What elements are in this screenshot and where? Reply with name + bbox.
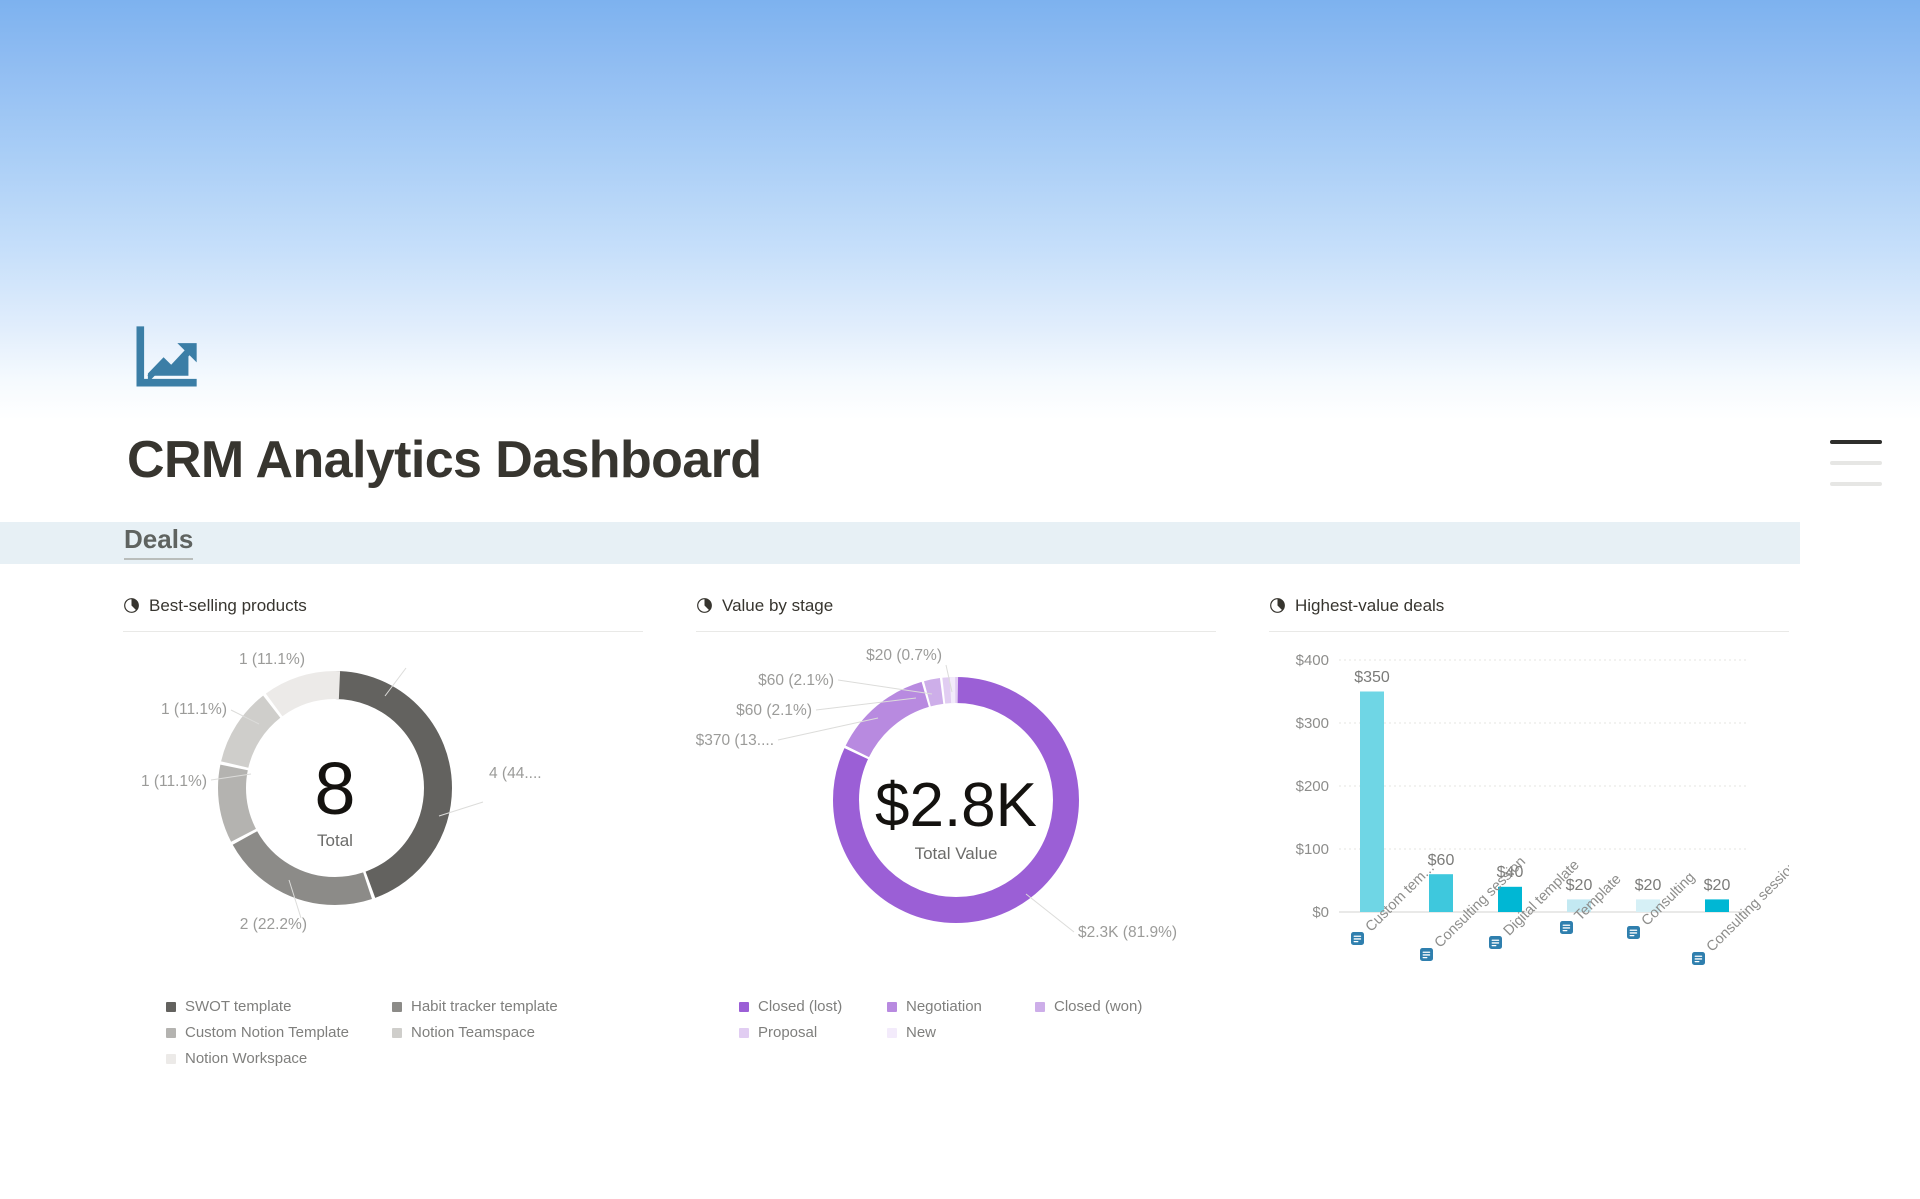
section-title: Deals xyxy=(124,524,194,560)
card-best-selling-products: Best-selling products 8 Total 1 (11.1%) … xyxy=(123,592,643,1067)
legend-label: Proposal xyxy=(758,1024,818,1041)
legend-swatch xyxy=(392,1027,402,1038)
donut-slice-label: 1 (11.1%) xyxy=(141,773,207,790)
toc-item-deals[interactable] xyxy=(1830,440,1882,444)
bar-chart-highest-value-deals[interactable]: $400 $300 $200 $100 $0 $350 $60 $40 $20 … xyxy=(1269,632,1801,1004)
donut-center-label: Total xyxy=(317,831,353,850)
card-header: Value by stage xyxy=(696,592,1216,632)
legend-label: Notion Teamspace xyxy=(411,1024,535,1041)
pie-chart-icon xyxy=(124,598,139,613)
donut-slice-label: 4 (44.... xyxy=(489,765,542,782)
donut-chart-value-by-stage[interactable]: $2.8K Total Value $20 (0.7%) $60 (2.1%) … xyxy=(696,632,1216,1004)
toc-item-3[interactable] xyxy=(1830,482,1882,486)
card-header: Highest-value deals xyxy=(1269,592,1789,632)
card-body: $2.8K Total Value $20 (0.7%) $60 (2.1%) … xyxy=(696,632,1216,1004)
bar[interactable] xyxy=(1360,691,1384,913)
legend-label: Custom Notion Template xyxy=(185,1024,349,1041)
legend-item[interactable]: Notion Teamspace xyxy=(392,1024,618,1041)
bar-value-label: $350 xyxy=(1354,669,1390,686)
card-value-by-stage: Value by stage $2.8K Total Value $20 (0.… xyxy=(696,592,1216,1067)
donut-slice-label: 1 (11.1%) xyxy=(161,701,227,718)
card-highest-value-deals: Highest-value deals $400 $300 $200 $100 … xyxy=(1269,592,1801,1067)
donut-slice-label: $370 (13.... xyxy=(696,732,774,749)
donut-center-value: $2.8K xyxy=(875,771,1037,840)
card-title: Value by stage xyxy=(722,595,834,615)
y-tick-label: $200 xyxy=(1296,778,1329,795)
y-tick-label: $300 xyxy=(1296,715,1329,732)
card-body: 8 Total 1 (11.1%) 1 (11.1%) 1 (11.1%) 2 … xyxy=(123,632,643,1004)
donut-slice-label: $60 (2.1%) xyxy=(736,702,812,719)
legend-item[interactable]: Proposal xyxy=(739,1024,887,1041)
donut-center-value: 8 xyxy=(314,747,355,830)
donut-slice-label: 1 (11.1%) xyxy=(239,651,305,668)
donut-center-label: Total Value xyxy=(915,844,998,863)
table-of-contents[interactable] xyxy=(1830,440,1882,486)
legend-item[interactable]: Custom Notion Template xyxy=(166,1024,392,1041)
donut-slice-label: $60 (2.1%) xyxy=(758,672,834,689)
donut-chart-products[interactable]: 8 Total 1 (11.1%) 1 (11.1%) 1 (11.1%) 2 … xyxy=(123,632,643,1004)
y-tick-label: $0 xyxy=(1312,904,1329,921)
y-tick-label: $100 xyxy=(1296,841,1329,858)
chart-increasing-icon xyxy=(136,326,197,387)
page-title: CRM Analytics Dashboard xyxy=(127,431,762,489)
legend-item[interactable]: New xyxy=(887,1024,1035,1041)
section-band xyxy=(0,522,1800,564)
dashboard-page: CRM Analytics Dashboard Deals Best-selli… xyxy=(0,0,1920,1199)
pie-chart-icon xyxy=(1270,598,1285,613)
card-title: Highest-value deals xyxy=(1295,595,1445,615)
legend-swatch xyxy=(887,1027,897,1038)
donut-slice-label: $2.3K (81.9%) xyxy=(1078,924,1177,941)
legend-value-by-stage: Closed (lost) Negotiation Closed (won) P… xyxy=(696,998,1216,1041)
legend-swatch xyxy=(166,1027,176,1038)
donut-slice-label: 2 (22.2%) xyxy=(240,916,307,933)
legend-item[interactable]: Notion Workspace xyxy=(166,1050,392,1067)
leader-line xyxy=(1025,893,1075,933)
bar[interactable] xyxy=(1429,874,1453,912)
card-body: $400 $300 $200 $100 $0 $350 $60 $40 $20 … xyxy=(1269,632,1801,1004)
legend-swatch xyxy=(739,1027,749,1038)
legend-products: SWOT template Habit tracker template Cus… xyxy=(123,998,643,1067)
bar-value-label: $20 xyxy=(1635,877,1662,894)
card-title: Best-selling products xyxy=(149,595,307,615)
donut-slice-label: $20 (0.7%) xyxy=(866,647,942,664)
pie-chart-icon xyxy=(697,598,712,613)
bar[interactable] xyxy=(1705,899,1729,912)
charts-row: Best-selling products 8 Total 1 (11.1%) … xyxy=(123,592,1803,1067)
legend-label: New xyxy=(906,1024,937,1041)
card-header: Best-selling products xyxy=(123,592,643,632)
legend-swatch xyxy=(166,1053,176,1064)
y-tick-label: $400 xyxy=(1296,652,1329,669)
page-header: CRM Analytics Dashboard xyxy=(127,320,1827,489)
toc-item-2[interactable] xyxy=(1830,461,1882,465)
legend-label: Notion Workspace xyxy=(185,1050,308,1067)
bar-value-label: $20 xyxy=(1704,877,1731,894)
